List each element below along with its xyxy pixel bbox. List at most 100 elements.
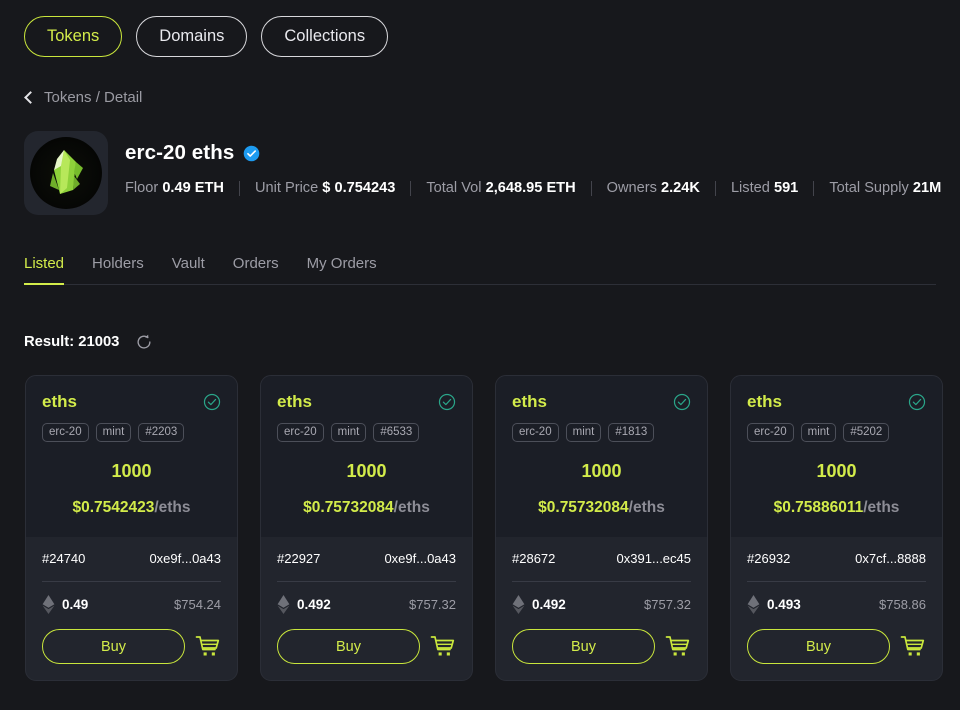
shopping-cart-icon[interactable] — [195, 635, 221, 659]
listing-eth-price: 0.492 — [277, 595, 331, 614]
verified-badge-icon — [243, 145, 260, 162]
nav-pill-label: Tokens — [47, 27, 99, 46]
listing-card-header: eths — [747, 392, 926, 412]
listing-price-row: 0.492 $757.32 — [277, 595, 456, 614]
stat-value: 2,648.95 ETH — [486, 180, 576, 196]
buy-button[interactable]: Buy — [747, 629, 890, 664]
stat-value: 2.24K — [661, 180, 700, 196]
listing-address[interactable]: 0xe9f...0a43 — [384, 551, 456, 566]
listing-address[interactable]: 0xe9f...0a43 — [149, 551, 221, 566]
verified-check-icon[interactable] — [673, 393, 691, 411]
listing-eth-price: 0.492 — [512, 595, 566, 614]
listing-card[interactable]: eths erc-20 mint #1813 1000 $0.75732084/… — [495, 375, 708, 681]
shopping-cart-icon[interactable] — [900, 635, 926, 659]
stat-divider — [715, 181, 716, 196]
stat-divider — [239, 181, 240, 196]
listing-card[interactable]: eths erc-20 mint #5202 1000 $0.75886011/… — [730, 375, 943, 681]
listing-card-top: eths erc-20 mint #1813 1000 $0.75732084/… — [496, 376, 707, 537]
tab-listed[interactable]: Listed — [24, 255, 78, 284]
listing-unit-price-value: $0.75732084 — [303, 499, 394, 516]
nav-pill-tokens[interactable]: Tokens — [24, 16, 122, 57]
listing-unit-price-value: $0.75886011 — [774, 499, 864, 516]
stat-label: Floor — [125, 180, 158, 196]
stat-total-supply: Total Supply 21M — [829, 180, 941, 196]
chevron-left-icon[interactable] — [24, 91, 37, 104]
tab-my-orders[interactable]: My Orders — [293, 255, 391, 284]
listing-card[interactable]: eths erc-20 mint #6533 1000 $0.75732084/… — [260, 375, 473, 681]
listing-tag: erc-20 — [42, 423, 89, 442]
listing-card-header: eths — [42, 392, 221, 412]
listing-tags: erc-20 mint #2203 — [42, 423, 221, 442]
listing-actions: Buy — [512, 629, 691, 664]
shopping-cart-icon[interactable] — [665, 635, 691, 659]
listing-tags: erc-20 mint #6533 — [277, 423, 456, 442]
nav-pill-domains[interactable]: Domains — [136, 16, 247, 57]
listing-tag: mint — [96, 423, 132, 442]
buy-button-label: Buy — [101, 639, 126, 655]
ethereum-icon — [42, 595, 55, 614]
listing-tag: #2203 — [138, 423, 184, 442]
tab-label: Listed — [24, 255, 64, 272]
breadcrumb[interactable]: Tokens / Detail — [26, 89, 142, 106]
tab-label: My Orders — [307, 255, 377, 272]
listing-actions: Buy — [277, 629, 456, 664]
buy-button[interactable]: Buy — [277, 629, 420, 664]
page-title: erc-20 eths — [125, 141, 234, 165]
listing-address[interactable]: 0x391...ec45 — [617, 551, 691, 566]
listing-price-row: 0.493 $758.86 — [747, 595, 926, 614]
stat-label: Listed — [731, 180, 770, 196]
listing-amount: 1000 — [747, 461, 926, 482]
tab-label: Holders — [92, 255, 144, 272]
verified-check-icon[interactable] — [203, 393, 221, 411]
shopping-cart-icon[interactable] — [430, 635, 456, 659]
verified-check-icon[interactable] — [908, 393, 926, 411]
listing-amount: 1000 — [277, 461, 456, 482]
listing-divider — [512, 581, 691, 582]
listing-tag: #6533 — [373, 423, 419, 442]
listing-eth-value: 0.492 — [532, 597, 566, 612]
listing-tag: erc-20 — [512, 423, 559, 442]
listing-card[interactable]: eths erc-20 mint #2203 1000 $0.7542423/e… — [25, 375, 238, 681]
token-header: erc-20 eths Floor 0.49 ETH Unit Price $ … — [24, 131, 941, 215]
tab-holders[interactable]: Holders — [78, 255, 158, 284]
tab-orders[interactable]: Orders — [219, 255, 293, 284]
listing-name: eths — [277, 392, 312, 412]
listing-name: eths — [42, 392, 77, 412]
verified-check-icon[interactable] — [438, 393, 456, 411]
listing-eth-price: 0.493 — [747, 595, 801, 614]
listing-id-row: #26932 0x7cf...8888 — [747, 551, 926, 566]
listing-id: #24740 — [42, 551, 85, 566]
listing-unit-price-suffix: /eths — [154, 499, 190, 516]
refresh-icon[interactable] — [135, 333, 153, 351]
tab-vault[interactable]: Vault — [158, 255, 219, 284]
listing-id: #22927 — [277, 551, 320, 566]
listing-address[interactable]: 0x7cf...8888 — [855, 551, 926, 566]
green-crystal-icon — [30, 137, 102, 209]
listing-tag: mint — [566, 423, 602, 442]
listing-unit-price: $0.75732084/eths — [277, 499, 456, 517]
nav-pill-collections[interactable]: Collections — [261, 16, 388, 57]
listing-id-row: #22927 0xe9f...0a43 — [277, 551, 456, 566]
listing-card-top: eths erc-20 mint #6533 1000 $0.75732084/… — [261, 376, 472, 537]
listing-card-top: eths erc-20 mint #2203 1000 $0.7542423/e… — [26, 376, 237, 537]
listing-card-bottom: #24740 0xe9f...0a43 0.49 $754.24 Buy — [26, 537, 237, 680]
listing-tags: erc-20 mint #1813 — [512, 423, 691, 442]
stat-value: 21M — [913, 180, 941, 196]
listings-grid: eths erc-20 mint #2203 1000 $0.7542423/e… — [25, 375, 943, 681]
stat-unit-price: Unit Price $ 0.754243 — [255, 180, 395, 196]
listing-tag: erc-20 — [277, 423, 324, 442]
listing-unit-price-suffix: /eths — [629, 499, 665, 516]
listing-id: #28672 — [512, 551, 555, 566]
nav-pill-label: Domains — [159, 27, 224, 46]
stat-floor: Floor 0.49 ETH — [125, 180, 224, 196]
listing-tag: mint — [331, 423, 367, 442]
stat-label: Total Vol — [426, 180, 481, 196]
listing-tags: erc-20 mint #5202 — [747, 423, 926, 442]
token-header-text: erc-20 eths Floor 0.49 ETH Unit Price $ … — [125, 131, 941, 215]
tab-label: Orders — [233, 255, 279, 272]
buy-button[interactable]: Buy — [42, 629, 185, 664]
buy-button[interactable]: Buy — [512, 629, 655, 664]
listing-unit-price: $0.75886011/eths — [747, 499, 926, 517]
listing-unit-price-value: $0.75732084 — [538, 499, 629, 516]
listing-unit-price: $0.75732084/eths — [512, 499, 691, 517]
